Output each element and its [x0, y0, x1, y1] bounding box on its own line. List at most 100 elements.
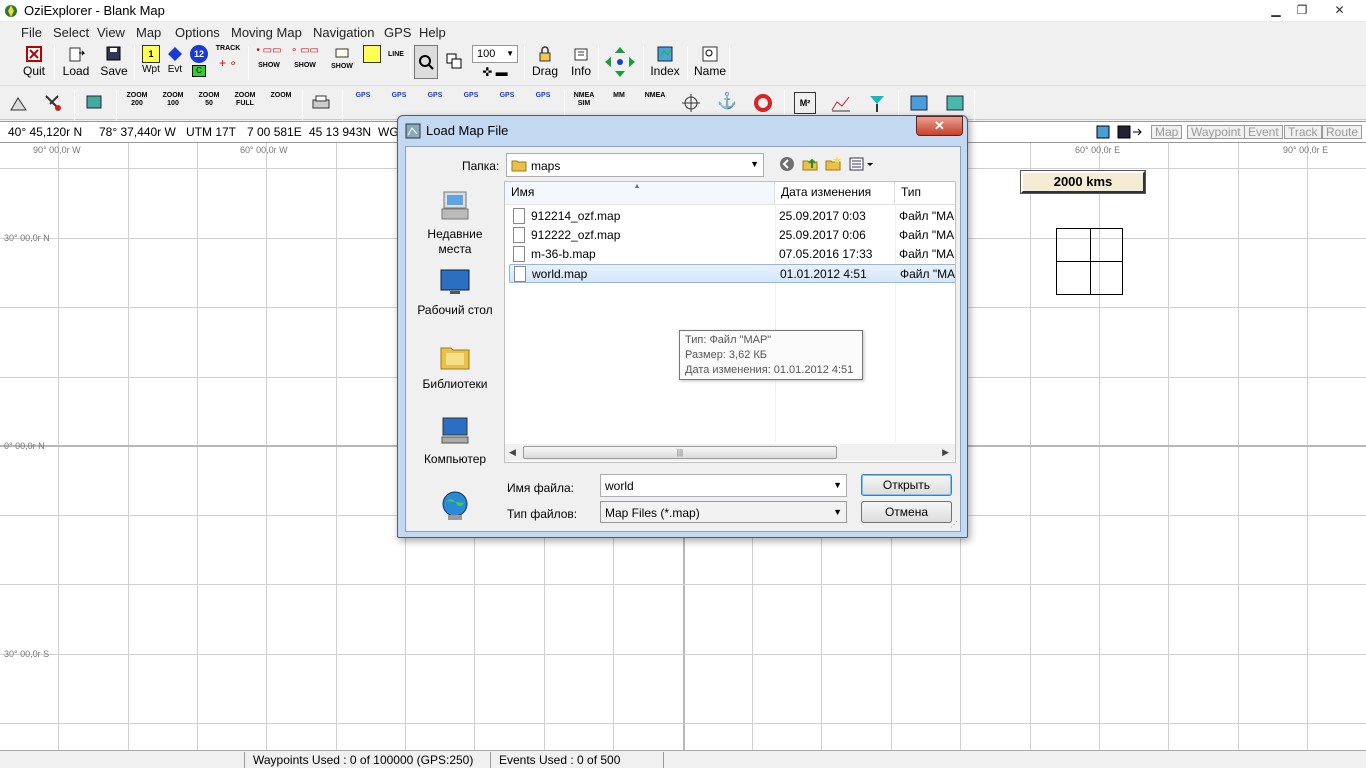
- track-button[interactable]: TRACK + ∘: [214, 45, 242, 83]
- layer-track-toggle[interactable]: Track: [1284, 125, 1322, 139]
- antenna-icon[interactable]: [866, 92, 888, 114]
- file-list[interactable]: Имя ▴ Дата изменения Тип 912214_ozf.map …: [504, 181, 956, 463]
- chevron-down-icon[interactable]: ▼: [833, 480, 842, 490]
- menu-view[interactable]: View: [97, 25, 125, 40]
- place-network[interactable]: [410, 489, 500, 527]
- show-tracks-button[interactable]: SHOW: [328, 45, 356, 83]
- gps-route-button[interactable]: GPS: [424, 92, 446, 114]
- anchor-icon[interactable]: ⚓: [716, 92, 738, 114]
- map-tool-icon[interactable]: [8, 92, 30, 114]
- quit-button[interactable]: Quit: [22, 45, 46, 83]
- file-row[interactable]: 912214_ozf.map 25.09.2017 0:03 Файл "MAP…: [509, 207, 955, 226]
- back-icon[interactable]: [778, 155, 796, 173]
- drag-button[interactable]: Drag: [531, 45, 559, 83]
- zoom-200-button[interactable]: ZOOM 200: [124, 92, 150, 114]
- scroll-left-icon[interactable]: ◀: [509, 447, 516, 458]
- gps-receive-button[interactable]: GPS: [532, 92, 554, 114]
- scroll-thumb[interactable]: |||: [523, 446, 837, 459]
- zoom-tool-button[interactable]: [414, 45, 438, 79]
- gps-track-button[interactable]: GPS: [460, 92, 482, 114]
- resize-grip-icon[interactable]: ⋰: [950, 520, 958, 529]
- menu-options[interactable]: Options: [175, 25, 220, 40]
- menu-help[interactable]: Help: [419, 25, 446, 40]
- file-row[interactable]: 912222_ozf.map 25.09.2017 0:06 Файл "MAP…: [509, 226, 955, 245]
- waypoint-button[interactable]: 1 Wpt: [140, 45, 162, 83]
- place-computer[interactable]: Компьютер: [410, 414, 500, 467]
- zoom-level-combo[interactable]: 100 ▼ ✜ ▬: [472, 45, 518, 83]
- waypoints-used-status: Waypoints Used : 0 of 100000 (GPS:250): [253, 753, 474, 767]
- gps-event-button[interactable]: GPS: [496, 92, 518, 114]
- track-show-icon: [335, 48, 349, 58]
- map-import-icon[interactable]: [908, 92, 930, 114]
- minimize-button[interactable]: ▁: [1263, 1, 1289, 19]
- layer-map-toggle[interactable]: Map: [1151, 125, 1183, 139]
- map-image-icon[interactable]: [1096, 125, 1110, 139]
- cancel-button[interactable]: Отмена: [861, 501, 952, 523]
- crosshair-icon[interactable]: [680, 92, 702, 114]
- gps-upload-button[interactable]: GPS: [352, 92, 374, 114]
- map-export-icon[interactable]: [944, 92, 966, 114]
- layer-waypoint-toggle[interactable]: Waypoint: [1187, 125, 1245, 139]
- profile-chart-icon[interactable]: [830, 92, 852, 114]
- menu-gps[interactable]: GPS: [384, 25, 411, 40]
- nmea-sim-button[interactable]: NMEA SIM: [572, 92, 596, 114]
- view-menu-icon[interactable]: [848, 155, 876, 173]
- zoom-full-button[interactable]: ZOOM FULL: [232, 92, 258, 114]
- show-waypoints-button[interactable]: • ▭▭ SHOW: [254, 45, 284, 83]
- filename-input[interactable]: world ▼: [600, 474, 847, 497]
- layer-route-toggle[interactable]: Route: [1322, 125, 1363, 139]
- route-number-button[interactable]: 12 C: [189, 45, 209, 83]
- maximize-button[interactable]: ❐: [1289, 1, 1315, 19]
- zoom-custom-button[interactable]: ZOOM: [268, 92, 294, 114]
- open-button[interactable]: Открыть: [861, 474, 952, 496]
- save-layer-icon[interactable]: [1117, 125, 1143, 139]
- nmea-button[interactable]: NMEA: [644, 92, 666, 114]
- info-button[interactable]: Info: [568, 45, 594, 83]
- line-button[interactable]: LINE: [385, 45, 407, 83]
- zoom-window-icon: [446, 53, 462, 69]
- new-folder-icon[interactable]: [824, 155, 842, 173]
- moving-map-button[interactable]: MM: [608, 92, 630, 114]
- pan-arrows-button[interactable]: [602, 45, 638, 83]
- load-button[interactable]: Load: [62, 45, 90, 83]
- horizontal-scrollbar[interactable]: ◀ ||| ▶: [505, 444, 955, 461]
- lookin-folder-combo[interactable]: maps ▼: [506, 153, 764, 177]
- chevron-down-icon[interactable]: ▼: [833, 507, 842, 517]
- column-header-type[interactable]: Тип: [895, 182, 955, 204]
- dialog-close-button[interactable]: ✕: [916, 116, 963, 136]
- zoom-100-button[interactable]: ZOOM 100: [160, 92, 186, 114]
- menu-navigation[interactable]: Navigation: [313, 25, 374, 40]
- scroll-right-icon[interactable]: ▶: [942, 447, 949, 458]
- index-button[interactable]: Index: [650, 45, 680, 83]
- menu-select[interactable]: Select: [53, 25, 89, 40]
- area-button[interactable]: M²: [794, 92, 816, 114]
- close-button[interactable]: ✕: [1317, 1, 1362, 19]
- gps-download-button[interactable]: GPS: [388, 92, 410, 114]
- menu-moving-map[interactable]: Moving Map: [231, 25, 302, 40]
- map-tool-2-icon[interactable]: [42, 92, 64, 114]
- place-desktop[interactable]: Рабочий стол: [410, 265, 500, 318]
- save-button[interactable]: Save: [100, 45, 128, 83]
- zoom-window-button[interactable]: [444, 45, 464, 83]
- place-libraries[interactable]: Библиотеки: [410, 339, 500, 392]
- file-row-selected[interactable]: world.map 01.01.2012 4:51 Файл "MAP": [509, 264, 955, 283]
- waypoint-icon: 1: [142, 45, 160, 63]
- column-header-date[interactable]: Дата изменения: [775, 182, 895, 204]
- place-recent[interactable]: Недавние места: [410, 189, 500, 257]
- menu-map[interactable]: Map: [136, 25, 161, 40]
- show-events-button[interactable]: ∘ ▭▭ SHOW: [290, 45, 320, 83]
- show-circles-icon: ∘ ▭▭: [291, 45, 319, 56]
- zoom-50-button[interactable]: ZOOM 50: [196, 92, 222, 114]
- event-button[interactable]: Evt: [164, 45, 186, 83]
- route-edit-button[interactable]: [362, 45, 382, 83]
- lifebuoy-icon[interactable]: [752, 92, 774, 114]
- up-folder-icon[interactable]: [801, 155, 819, 173]
- map-window-icon[interactable]: [84, 92, 106, 114]
- layer-event-toggle[interactable]: Event: [1244, 125, 1283, 139]
- menu-file[interactable]: File: [21, 25, 42, 40]
- file-row[interactable]: m-36-b.map 07.05.2016 17:33 Файл "MAP": [509, 245, 955, 264]
- print-icon[interactable]: [310, 92, 332, 114]
- column-header-name[interactable]: Имя ▴: [505, 182, 775, 204]
- name-search-button[interactable]: Name: [694, 45, 726, 83]
- filetype-select[interactable]: Map Files (*.map) ▼: [600, 501, 847, 523]
